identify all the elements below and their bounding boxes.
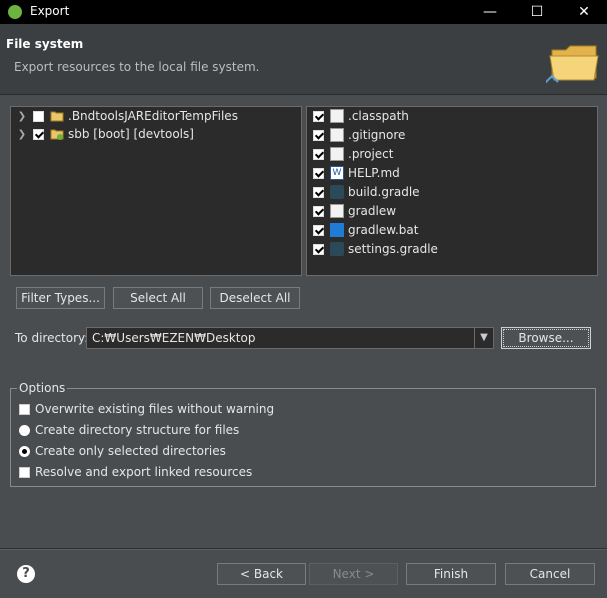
- title-bar: Export — ☐ ✕: [0, 0, 607, 24]
- file-label: settings.gradle: [348, 242, 438, 256]
- tree-item[interactable]: ❯ .BndtoolsJAREditorTempFiles: [11, 107, 238, 125]
- create-only-selected-label: Create only selected directories: [35, 444, 226, 458]
- page-title: File system: [6, 37, 84, 51]
- overwrite-label: Overwrite existing files without warning: [35, 402, 275, 416]
- chevron-right-icon[interactable]: ❯: [17, 111, 27, 122]
- folder-icon: [50, 111, 64, 122]
- close-button[interactable]: ✕: [561, 0, 607, 24]
- select-all-button[interactable]: Select All: [113, 287, 203, 309]
- file-checkbox[interactable]: [313, 129, 324, 141]
- file-checkbox[interactable]: [313, 186, 324, 198]
- page-description: Export resources to the local file syste…: [14, 60, 260, 74]
- project-icon: [50, 129, 64, 140]
- file-label: .project: [348, 147, 394, 161]
- options-legend: Options: [17, 381, 68, 395]
- finish-button[interactable]: Finish: [406, 563, 496, 585]
- tree-checkbox[interactable]: [33, 128, 44, 140]
- resolve-linked-checkbox[interactable]: Resolve and export linked resources: [19, 463, 252, 481]
- list-item[interactable]: .gitignore: [307, 126, 405, 144]
- file-checkbox[interactable]: [313, 205, 324, 217]
- overwrite-checkbox[interactable]: Overwrite existing files without warning: [19, 400, 274, 418]
- file-checkbox[interactable]: [313, 224, 324, 236]
- spring-app-icon: [8, 5, 22, 19]
- list-item[interactable]: W HELP.md: [307, 164, 400, 182]
- help-icon[interactable]: ?: [17, 565, 35, 583]
- file-label: build.gradle: [348, 185, 420, 199]
- directory-value[interactable]: C:₩Users₩EZEN₩Desktop: [92, 331, 255, 345]
- footer-divider-highlight: [0, 549, 607, 550]
- doc-icon: [330, 147, 344, 161]
- file-list[interactable]: .classpath .gitignore .project W HELP.md …: [306, 106, 598, 276]
- doc-icon: [330, 204, 344, 218]
- project-tree[interactable]: ❯ .BndtoolsJAREditorTempFiles ❯ sbb [boo…: [10, 106, 302, 276]
- file-checkbox[interactable]: [313, 110, 324, 122]
- file-label: gradlew: [348, 204, 397, 218]
- resolve-linked-label: Resolve and export linked resources: [35, 465, 253, 479]
- list-item[interactable]: settings.gradle: [307, 240, 438, 258]
- checkbox-box[interactable]: [19, 466, 30, 478]
- radio-circle[interactable]: [19, 424, 30, 436]
- maximize-button[interactable]: ☐: [514, 0, 560, 24]
- checkbox-box[interactable]: [19, 403, 30, 415]
- chevron-right-icon[interactable]: ❯: [17, 129, 27, 140]
- next-button[interactable]: Next >: [309, 563, 398, 585]
- to-directory-combo[interactable]: C:₩Users₩EZEN₩Desktop ▼: [86, 327, 494, 349]
- file-checkbox[interactable]: [313, 167, 324, 179]
- browse-button[interactable]: Browse...: [501, 327, 591, 349]
- list-item[interactable]: .classpath: [307, 107, 409, 125]
- gradle-icon: [330, 242, 344, 256]
- tree-checkbox[interactable]: [33, 110, 44, 122]
- back-button[interactable]: < Back: [217, 563, 306, 585]
- doc-icon: [330, 128, 344, 142]
- file-label: HELP.md: [348, 166, 400, 180]
- create-only-selected-radio[interactable]: Create only selected directories: [19, 442, 226, 460]
- file-checkbox[interactable]: [313, 243, 324, 255]
- radio-circle[interactable]: [19, 445, 30, 457]
- filter-types-button[interactable]: Filter Types...: [16, 287, 105, 309]
- create-structure-radio[interactable]: Create directory structure for files: [19, 421, 239, 439]
- folder-banner-icon: [546, 45, 599, 84]
- file-checkbox[interactable]: [313, 148, 324, 160]
- tree-item-label: sbb [boot] [devtools]: [68, 127, 194, 141]
- file-label: gradlew.bat: [348, 223, 419, 237]
- word-icon: W: [330, 166, 344, 180]
- options-group: Options Overwrite existing files without…: [10, 381, 596, 487]
- deselect-all-button[interactable]: Deselect All: [210, 287, 300, 309]
- create-structure-label: Create directory structure for files: [35, 423, 240, 437]
- list-item[interactable]: build.gradle: [307, 183, 420, 201]
- tree-item-label: .BndtoolsJAREditorTempFiles: [68, 109, 238, 123]
- gradle-icon: [330, 185, 344, 199]
- bat-icon: [330, 223, 344, 237]
- wizard-header: File system Export resources to the loca…: [0, 24, 607, 95]
- doc-icon: [330, 109, 344, 123]
- window-title: Export: [30, 4, 70, 18]
- cancel-button[interactable]: Cancel: [505, 563, 595, 585]
- tree-item[interactable]: ❯ sbb [boot] [devtools]: [11, 125, 194, 143]
- list-item[interactable]: .project: [307, 145, 393, 163]
- list-item[interactable]: gradlew: [307, 202, 396, 220]
- to-directory-label: To directory:: [15, 331, 89, 345]
- chevron-down-icon[interactable]: ▼: [474, 328, 493, 348]
- file-label: .classpath: [348, 109, 409, 123]
- file-label: .gitignore: [348, 128, 406, 142]
- minimize-button[interactable]: —: [467, 0, 513, 24]
- list-item[interactable]: gradlew.bat: [307, 221, 418, 239]
